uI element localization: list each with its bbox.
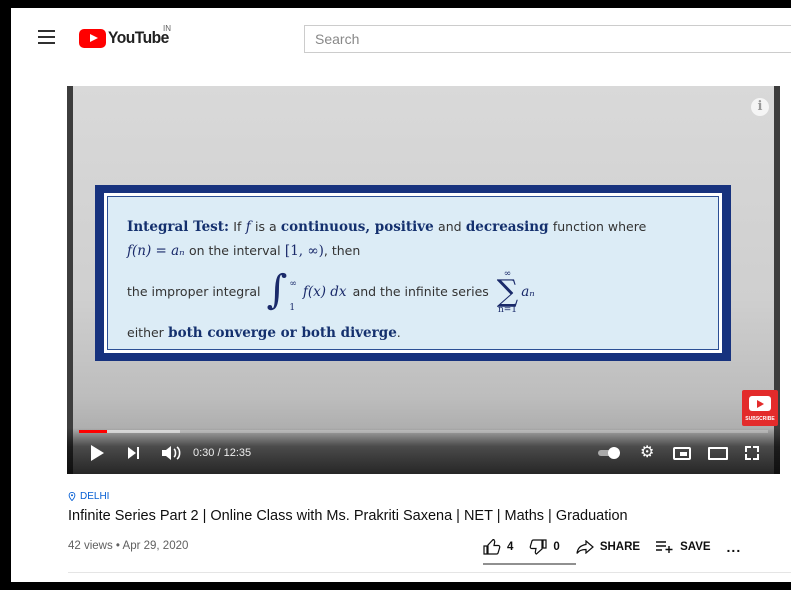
thumbs-up-icon bbox=[483, 539, 501, 555]
info-icon[interactable]: i bbox=[751, 98, 769, 116]
view-count-date: 42 views • Apr 29, 2020 bbox=[68, 540, 189, 552]
more-actions-button[interactable]: ... bbox=[727, 539, 742, 555]
video-player[interactable]: i Integral Test: If f is a continuous, p… bbox=[67, 86, 780, 474]
save-label: SAVE bbox=[680, 541, 711, 553]
logo-text: YouTube bbox=[108, 28, 169, 47]
location-pin-icon bbox=[68, 492, 76, 501]
lecture-slide: Integral Test: If f is a continuous, pos… bbox=[95, 185, 731, 361]
progress-bar[interactable] bbox=[79, 430, 768, 433]
gear-icon[interactable]: ⚙ bbox=[640, 445, 654, 461]
subscribe-play-icon bbox=[749, 396, 771, 411]
playlist-add-icon bbox=[656, 541, 673, 553]
like-ratio-bar bbox=[483, 563, 576, 565]
video-edge-left bbox=[67, 86, 73, 474]
slide-heading: Integral Test: bbox=[127, 219, 229, 235]
search-input[interactable] bbox=[305, 26, 791, 52]
youtube-logo[interactable]: YouTube IN bbox=[79, 24, 174, 49]
youtube-play-icon bbox=[79, 28, 106, 48]
volume-icon[interactable] bbox=[162, 446, 182, 460]
dislike-count: 0 bbox=[553, 541, 560, 553]
save-button[interactable]: SAVE bbox=[656, 541, 711, 553]
country-code: IN bbox=[163, 24, 171, 33]
time-display: 0:30 / 12:35 bbox=[193, 447, 252, 459]
fullscreen-icon[interactable] bbox=[745, 446, 759, 460]
dislike-button[interactable]: 0 bbox=[529, 539, 560, 555]
masthead: YouTube IN bbox=[11, 8, 791, 64]
slide-text: Integral Test: If f is a continuous, pos… bbox=[127, 219, 647, 341]
divider bbox=[68, 572, 791, 573]
video-title: Infinite Series Part 2 | Online Class wi… bbox=[68, 508, 628, 524]
like-button[interactable]: 4 bbox=[483, 539, 513, 555]
theater-icon[interactable] bbox=[708, 447, 728, 460]
menu-icon[interactable] bbox=[38, 30, 55, 44]
like-count: 4 bbox=[507, 541, 514, 553]
miniplayer-icon[interactable] bbox=[673, 447, 691, 460]
location-label: DELHI bbox=[80, 491, 110, 502]
thumbs-down-icon bbox=[530, 539, 548, 555]
browser-page: YouTube IN i Integral Test: If f is a bbox=[11, 8, 791, 582]
action-bar: 4 0 SHARE SAVE ... bbox=[483, 535, 741, 559]
integral-sign: ∫ bbox=[266, 267, 288, 313]
location-link[interactable]: DELHI bbox=[68, 491, 109, 502]
share-label: SHARE bbox=[599, 541, 641, 553]
play-icon[interactable] bbox=[91, 445, 104, 461]
next-icon[interactable] bbox=[128, 447, 140, 459]
autoplay-toggle-icon[interactable] bbox=[598, 447, 622, 459]
sum-sign: ∞ ∑ n=1 bbox=[496, 269, 519, 315]
share-button[interactable]: SHARE bbox=[576, 540, 640, 554]
share-icon bbox=[576, 540, 594, 554]
player-controls: 0:30 / 12:35 ⚙ bbox=[67, 428, 780, 474]
played-bar bbox=[79, 430, 107, 433]
search-box[interactable] bbox=[304, 25, 791, 53]
subscribe-watermark[interactable]: SUBSCRIBE bbox=[742, 390, 778, 426]
